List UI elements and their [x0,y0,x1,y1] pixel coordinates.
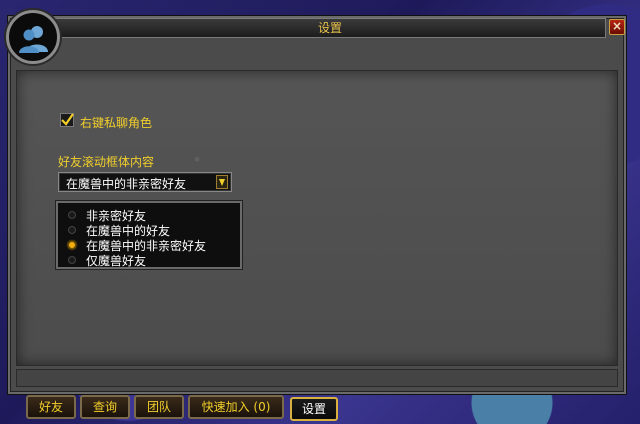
tab-friends[interactable]: 好友 [26,395,76,419]
menu-option-label: 仅魔兽好友 [86,254,147,268]
radio-icon [68,211,76,219]
tab-quick-join[interactable]: 快速加入 (0) [188,395,284,419]
menu-option-wow-friends[interactable]: 在魔兽中的好友 [68,222,238,238]
radio-icon [68,226,76,234]
friends-icon [19,26,48,53]
menu-option-wow-only-friends[interactable]: 仅魔兽好友 [68,252,238,268]
friends-list-display-dropdown[interactable]: 在魔兽中的非亲密好友 [58,172,232,192]
dropdown-selected-value: 在魔兽中的非亲密好友 [66,177,187,191]
friends-list-display-label: 好友滚动框体内容 [58,155,155,169]
tab-settings[interactable]: 设置 [290,397,338,421]
right-click-whisper-checkbox[interactable] [60,113,74,127]
menu-option-non-bnet-friends[interactable]: 非亲密好友 [68,207,238,223]
friends-portrait [6,10,60,64]
dropdown-arrow-button[interactable] [216,175,228,189]
right-click-whisper-label: 右键私聊角色 [80,116,153,130]
window-title: 设置 [54,18,606,38]
radio-icon [68,256,76,264]
panel-footer [16,369,618,387]
tab-who[interactable]: 查询 [80,395,130,419]
friends-list-display-menu: 非亲密好友 在魔兽中的好友 在魔兽中的非亲密好友 仅魔兽好友 [56,201,242,269]
chevron-down-icon [219,179,225,186]
menu-option-wow-non-bnet-friends[interactable]: 在魔兽中的非亲密好友 [68,237,238,253]
radio-selected-icon [68,241,76,249]
tab-raid[interactable]: 团队 [134,395,184,419]
close-button[interactable]: × [609,19,625,35]
